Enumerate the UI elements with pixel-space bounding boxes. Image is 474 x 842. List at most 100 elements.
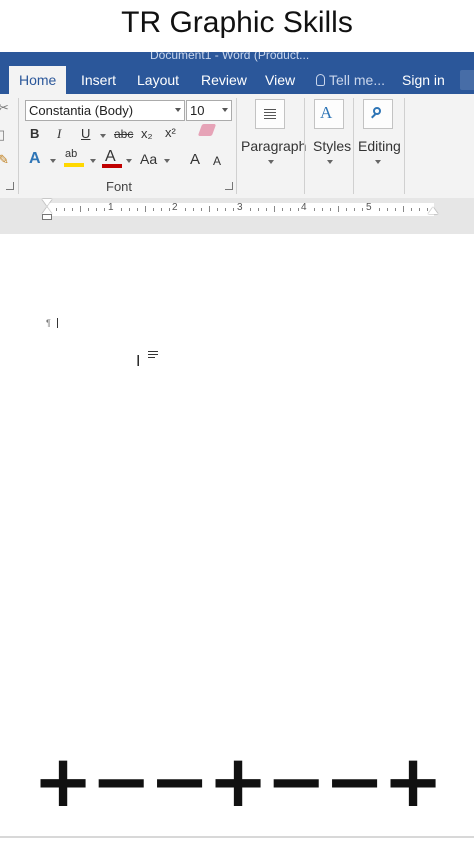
group-separator — [18, 98, 19, 194]
sign-in-link[interactable]: Sign in — [402, 66, 445, 94]
group-separator — [304, 98, 305, 194]
ruler-tick — [418, 208, 420, 211]
highlight-label: ab — [65, 148, 78, 160]
font-group-label: Font — [106, 179, 133, 194]
ruler-tick — [330, 208, 332, 211]
right-indent-icon[interactable] — [428, 207, 438, 214]
copy-icon[interactable]: ▯ — [0, 127, 5, 143]
change-case-button[interactable]: Aa — [140, 151, 157, 167]
ruler-tick — [402, 206, 404, 212]
page-gap — [0, 222, 474, 234]
ruler-number: 2 — [172, 202, 178, 213]
lightbulb-icon — [316, 74, 325, 86]
font-name-combo[interactable]: Constantia (Body) — [25, 100, 185, 121]
ruler-tick — [72, 208, 74, 211]
ruler-tick — [201, 208, 203, 211]
ruler-number: 4 — [301, 202, 307, 213]
ribbon-tabs: Home Insert Layout Review View Tell me..… — [0, 66, 474, 94]
ruler-tick — [394, 208, 396, 211]
format-painter-icon[interactable]: ✎ — [0, 152, 9, 168]
bottom-divider — [0, 836, 474, 838]
ruler-tick — [64, 208, 66, 211]
styles-button[interactable]: Styles — [313, 138, 351, 154]
tab-review[interactable]: Review — [201, 66, 247, 94]
ruler-tick — [289, 208, 291, 211]
ruler-tick — [80, 206, 82, 212]
clear-formatting-icon[interactable] — [197, 124, 217, 136]
highlight-button[interactable]: ab — [64, 148, 86, 169]
ruler-tick — [160, 208, 162, 211]
ruler-tick — [168, 208, 170, 211]
hanging-indent-icon[interactable] — [42, 207, 52, 214]
ruler-tick — [56, 208, 58, 211]
tell-me-label: Tell me... — [329, 72, 386, 88]
highlight-dropdown-icon[interactable] — [90, 159, 96, 163]
ruler-tick — [233, 208, 235, 211]
change-case-dropdown-icon[interactable] — [164, 159, 170, 163]
ruler-tick — [338, 206, 340, 212]
ruler-tick — [104, 208, 106, 211]
tab-layout[interactable]: Layout — [137, 66, 179, 94]
paragraph-dropdown-icon[interactable] — [268, 160, 274, 164]
ruler-tick — [225, 208, 227, 211]
ruler-number: 3 — [237, 202, 243, 213]
chevron-down-icon[interactable] — [175, 108, 181, 112]
ruler-tick — [378, 208, 380, 211]
italic-button[interactable]: I — [57, 126, 61, 142]
styles-dropdown-icon[interactable] — [327, 160, 333, 164]
underline-dropdown-icon[interactable] — [100, 134, 106, 138]
group-separator — [353, 98, 354, 194]
clipboard-launcher-icon[interactable] — [6, 182, 14, 190]
ruler-tick — [88, 208, 90, 211]
group-separator — [404, 98, 405, 194]
chevron-down-icon[interactable] — [222, 108, 228, 112]
clipboard-group: ✂ ▯ ✎ — [0, 94, 16, 198]
horizontal-ruler[interactable]: 1 2 3 4 5 — [0, 198, 474, 222]
tab-view[interactable]: View — [265, 66, 295, 94]
first-line-indent-icon[interactable] — [42, 199, 52, 206]
ruler-tick — [249, 208, 251, 211]
superscript-button[interactable]: x² — [165, 125, 176, 140]
font-color-button[interactable]: A — [102, 148, 124, 168]
tab-insert[interactable]: Insert — [81, 66, 116, 94]
editing-icon[interactable] — [363, 99, 393, 129]
banner-title: TR Graphic Skills — [121, 6, 353, 39]
share-icon[interactable] — [460, 70, 474, 90]
ruler-tick — [217, 208, 219, 211]
styles-icon[interactable]: A — [314, 99, 344, 129]
paragraph-icon[interactable] — [255, 99, 285, 129]
bold-button[interactable]: B — [30, 126, 39, 141]
ruler-tick — [120, 208, 122, 211]
text-caret — [57, 318, 58, 328]
editing-button[interactable]: Editing — [358, 138, 401, 154]
subscript-button[interactable]: x₂ — [141, 126, 153, 141]
strikethrough-button[interactable]: abc — [114, 127, 133, 141]
underline-button[interactable]: U — [81, 126, 90, 141]
ruler-number: 5 — [366, 202, 372, 213]
text-effects-dropdown-icon[interactable] — [50, 159, 56, 163]
font-dialog-launcher-icon[interactable] — [225, 182, 233, 190]
paragraph-button[interactable]: Paragraph — [241, 138, 306, 154]
cut-icon[interactable]: ✂ — [0, 100, 9, 116]
tab-home[interactable]: Home — [9, 66, 67, 94]
ruler-tick — [362, 208, 364, 211]
font-color-dropdown-icon[interactable] — [126, 159, 132, 163]
highlight-color-bar — [64, 163, 84, 167]
grow-font-button[interactable]: A — [190, 151, 200, 168]
ruler-tick — [144, 206, 146, 212]
left-indent-icon[interactable] — [42, 214, 52, 220]
font-size-value: 10 — [190, 103, 205, 118]
ruler-tick — [152, 208, 154, 211]
font-size-combo[interactable]: 10 — [186, 100, 232, 121]
shrink-font-button[interactable]: A — [213, 154, 221, 168]
ruler-tick — [346, 208, 348, 211]
shortcut-overlay: +−−+−−+ — [32, 739, 443, 823]
ruler-tick — [136, 208, 138, 211]
tell-me-box[interactable]: Tell me... — [316, 66, 385, 94]
ruler-tick — [281, 208, 283, 211]
magnifier-handle — [371, 113, 376, 119]
editing-dropdown-icon[interactable] — [375, 160, 381, 164]
text-effects-button[interactable]: A — [29, 150, 41, 168]
ruler-tick — [185, 208, 187, 211]
ruler-tick — [96, 208, 98, 211]
